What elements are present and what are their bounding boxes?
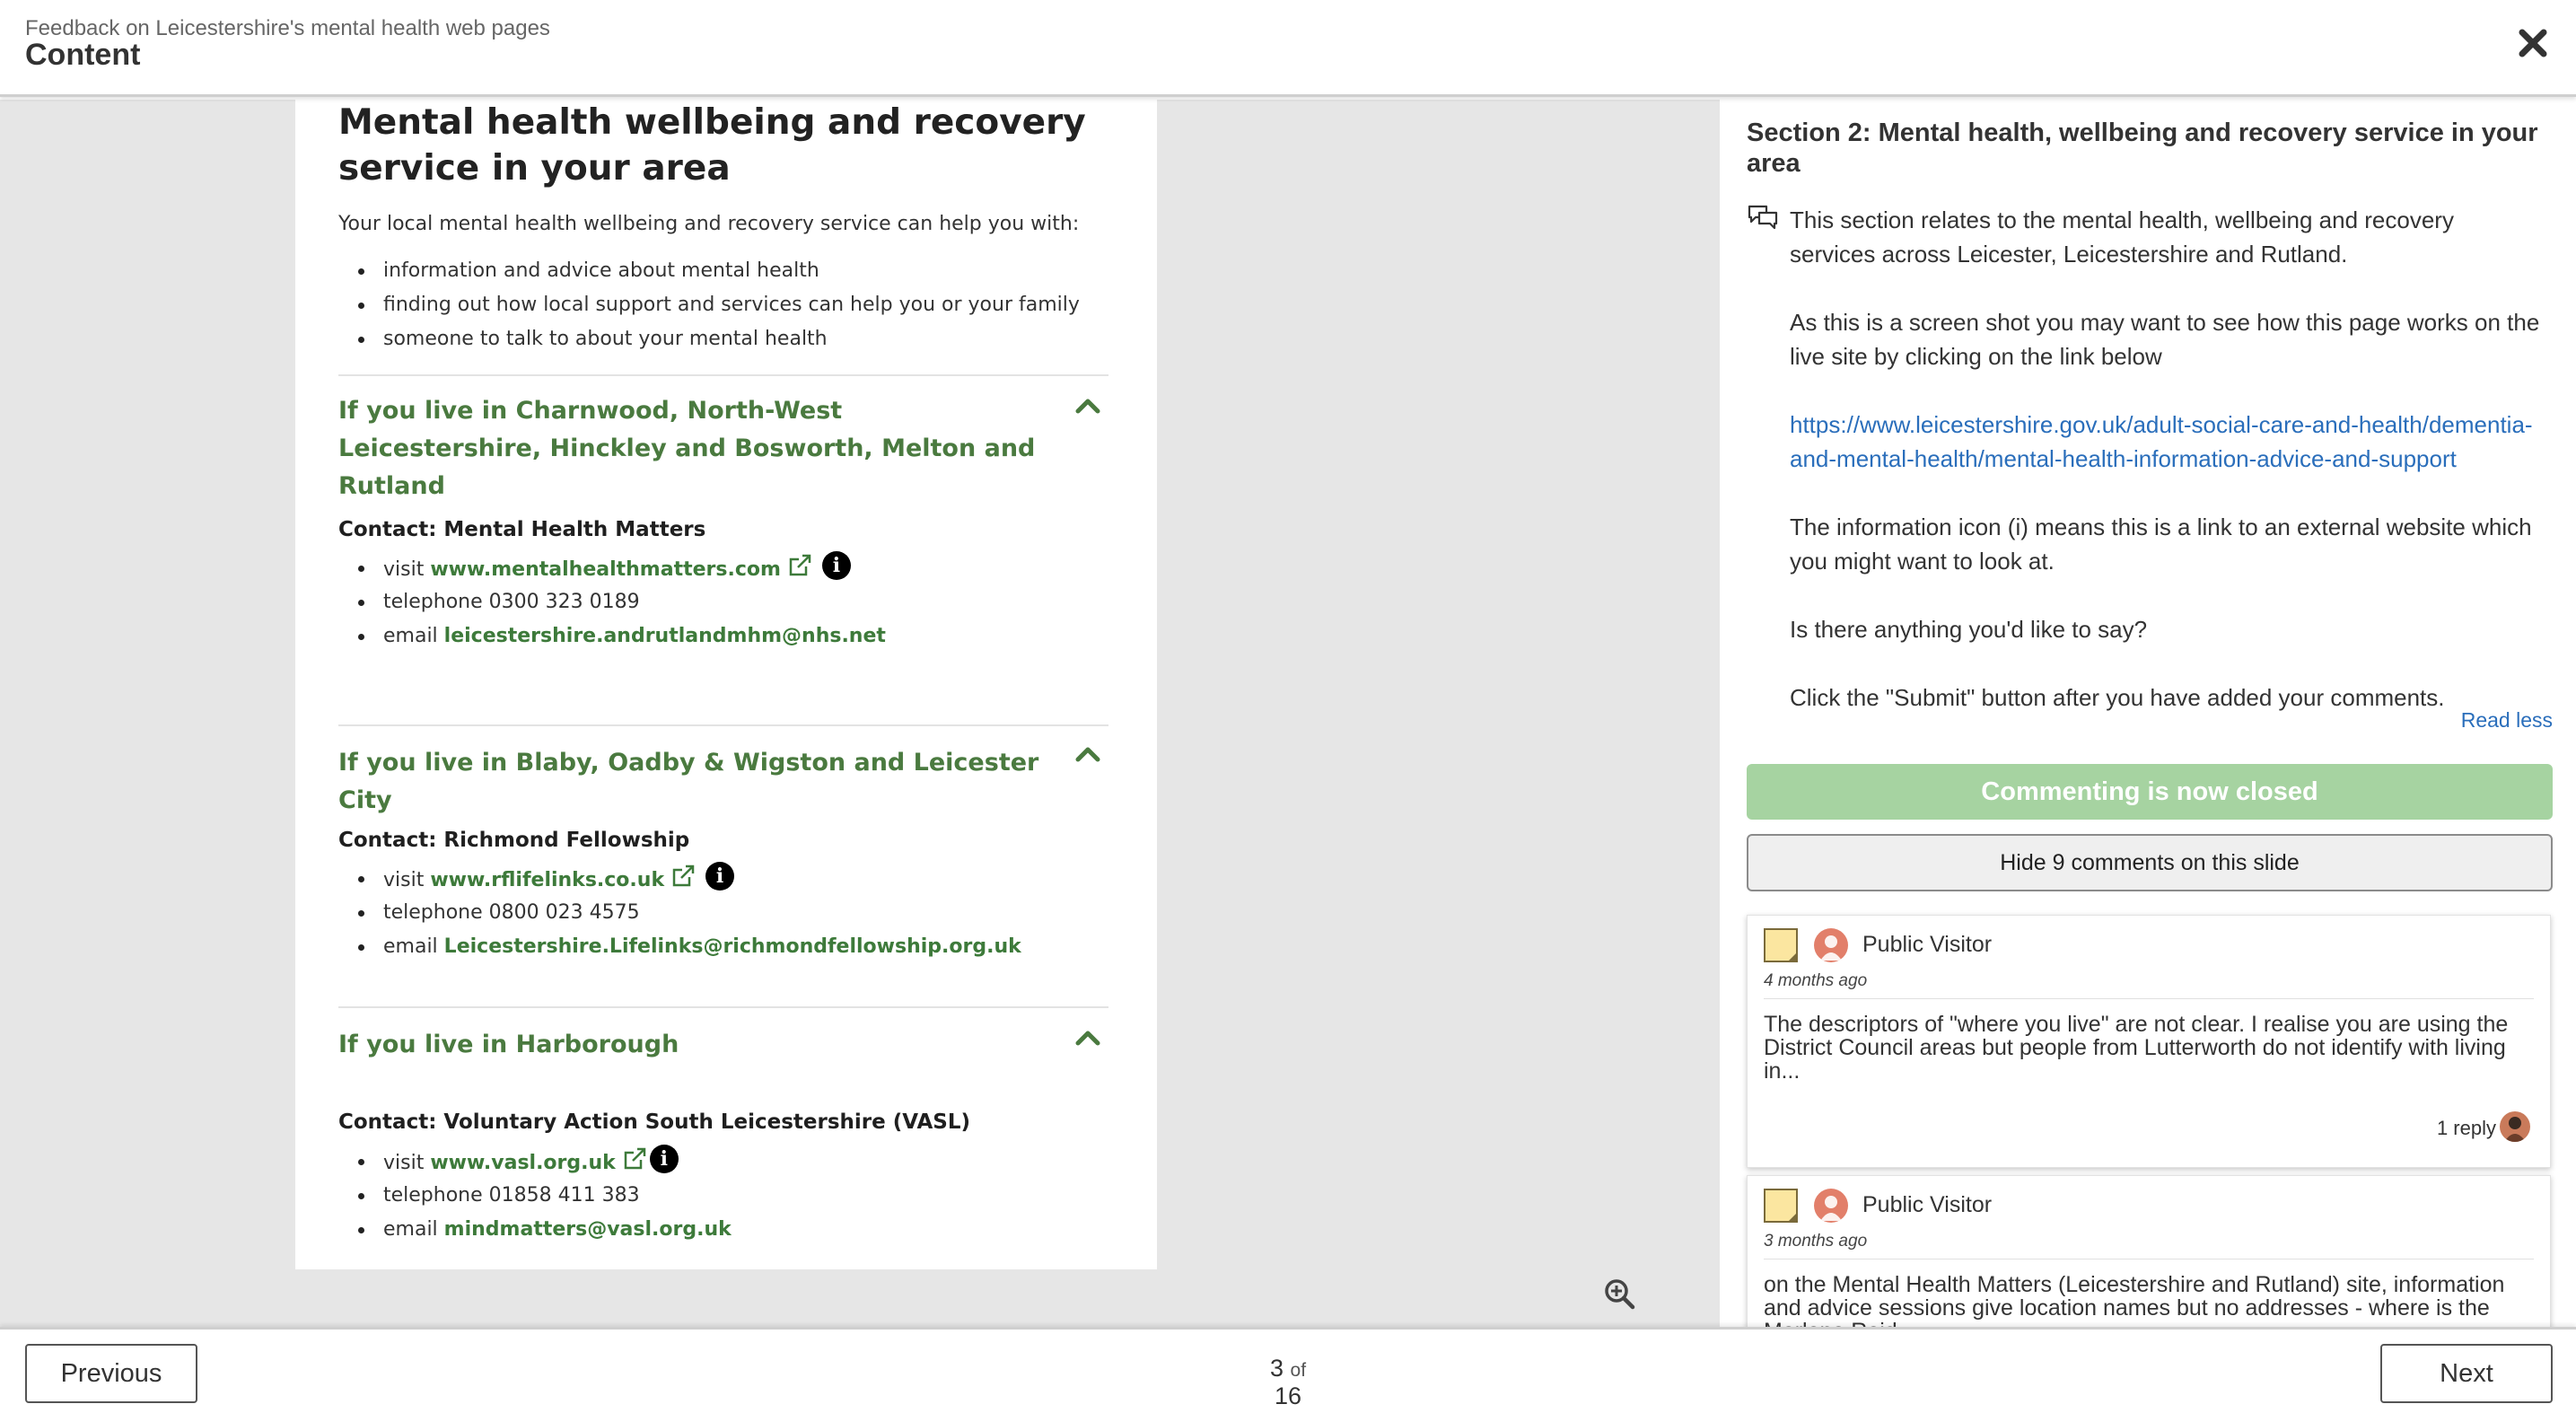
section-description: This section relates to the mental healt… [1790,203,2544,749]
visit-item: visit www.rflifelinks.co.uk i [338,862,1021,896]
email-link: Leicestershire.Lifelinks@richmondfellows… [443,935,1021,958]
top-bar: Feedback on Leicestershire's mental heal… [0,0,2576,97]
contact-label: Contact: Voluntary Action South Leiceste… [338,1110,971,1134]
telephone-item: telephone 01858 411 383 [338,1179,732,1213]
commenting-closed-banner: Commenting is now closed [1747,764,2553,820]
comment-time: 4 months ago [1764,971,1868,990]
divider [338,374,1108,376]
list-item: finding out how local support and servic… [338,288,1080,322]
email-link: mindmatters@vasl.org.uk [443,1218,732,1241]
comments-panel: Section 2: Mental health, wellbeing and … [1720,100,2576,1327]
chevron-up-icon [1075,1031,1100,1046]
sticky-note-icon [1764,928,1798,962]
reply-avatar [2500,1111,2530,1142]
chevron-up-icon [1075,747,1100,762]
footer-nav: Previous 3 of 16 Next [0,1327,2576,1413]
description-paragraph: The information icon (i) means this is a… [1790,513,2532,575]
reply-count[interactable]: 1 reply [2437,1117,2496,1140]
email-item: email leicestershire.andrutlandmhm@nhs.n… [338,619,886,654]
intro-list: information and advice about mental heal… [338,254,1080,356]
close-icon[interactable] [2515,25,2551,61]
sticky-note-icon [1764,1189,1798,1223]
list-item: someone to talk to about your mental hea… [338,322,1080,356]
external-link-icon [624,1147,646,1170]
chevron-up-icon [1075,399,1100,414]
telephone-item: telephone 0300 323 0189 [338,585,886,619]
description-paragraph: Is there anything you'd like to say? [1790,616,2148,643]
description-paragraph: This section relates to the mental healt… [1790,206,2454,268]
external-link-icon [789,554,811,576]
email-link: leicestershire.andrutlandmhm@nhs.net [443,625,886,647]
page-title: Content [25,38,141,72]
visit-prefix: visit [383,558,431,581]
comment-text: on the Mental Health Matters (Leicesters… [1764,1272,2505,1327]
page-total: 16 [1274,1382,1302,1409]
accordion-heading-charnwood: If you live in Charnwood, North-West Lei… [338,397,1036,500]
hide-comments-button[interactable]: Hide 9 comments on this slide [1747,834,2553,891]
person-icon [2504,1117,2526,1142]
contact-list: visit www.mentalhealthmatters.com i telep… [338,551,886,654]
live-site-link[interactable]: https://www.leicestershire.gov.uk/adult-… [1790,411,2533,472]
info-icon: i [649,1145,679,1173]
slide-intro: Your local mental health wellbeing and r… [338,213,1080,235]
speech-bubbles-icon [1748,205,1778,230]
contact-list: visit www.vasl.org.uk i telephone 01858 4… [338,1145,732,1247]
avatar [1814,1189,1848,1223]
website-link: www.rflifelinks.co.uk [430,869,665,891]
avatar [1814,928,1848,962]
comment-card[interactable]: Public Visitor 4 months ago The descript… [1747,915,2551,1168]
visit-prefix: visit [383,869,431,891]
previous-button[interactable]: Previous [25,1344,197,1403]
comment-author: Public Visitor [1862,932,1993,957]
visit-item: visit www.mentalhealthmatters.com i [338,551,886,585]
person-icon [1820,1196,1842,1221]
divider [338,724,1108,726]
email-prefix: email [383,935,444,958]
slide-image: Mental health wellbeing and recovery ser… [295,100,1157,1269]
page-current: 3 [1269,1355,1284,1382]
person-icon [1820,935,1842,961]
info-icon: i [821,551,851,580]
accordion-heading-blaby: If you live in Blaby, Oadby & Wigston an… [338,749,1039,814]
section-title: Section 2: Mental health, wellbeing and … [1747,118,2538,178]
email-item: email Leicestershire.Lifelinks@richmondf… [338,930,1021,964]
visit-prefix: visit [383,1152,431,1174]
telephone-item: telephone 0800 023 4575 [338,896,1021,930]
comment-author: Public Visitor [1862,1192,1993,1217]
comment-text: The descriptors of "where you live" are … [1764,1012,2509,1084]
slide-viewer: Mental health wellbeing and recovery ser… [0,100,1720,1327]
description-paragraph: Click the "Submit" button after you have… [1790,684,2445,711]
accordion-heading-harborough: If you live in Harborough [338,1031,679,1058]
email-prefix: email [383,625,444,647]
visit-item: visit www.vasl.org.uk i [338,1145,732,1179]
read-less-link[interactable]: Read less [2461,708,2553,733]
list-item: information and advice about mental heal… [338,254,1080,288]
email-prefix: email [383,1218,444,1241]
email-item: email mindmatters@vasl.org.uk [338,1213,732,1247]
contact-label: Contact: Richmond Fellowship [338,829,690,852]
comment-time: 3 months ago [1764,1232,1868,1251]
divider [338,1006,1108,1008]
contact-label: Contact: Mental Health Matters [338,518,706,541]
website-link: www.vasl.org.uk [430,1152,616,1174]
info-icon: i [705,862,735,891]
divider [1764,998,2534,999]
next-button[interactable]: Next [2380,1344,2553,1403]
contact-list: visit www.rflifelinks.co.uk i telephone 0… [338,862,1021,964]
zoom-in-icon[interactable] [1603,1277,1635,1310]
comment-card[interactable]: Public Visitor 3 months ago on the Menta… [1747,1175,2551,1327]
page-of: of [1290,1360,1307,1381]
external-link-icon [672,864,695,887]
description-paragraph: As this is a screen shot you may want to… [1790,309,2540,370]
slide-heading: Mental health wellbeing and recovery ser… [338,102,1086,189]
page-indicator: 3 of 16 [1257,1355,1319,1410]
website-link: www.mentalhealthmatters.com [430,558,781,581]
